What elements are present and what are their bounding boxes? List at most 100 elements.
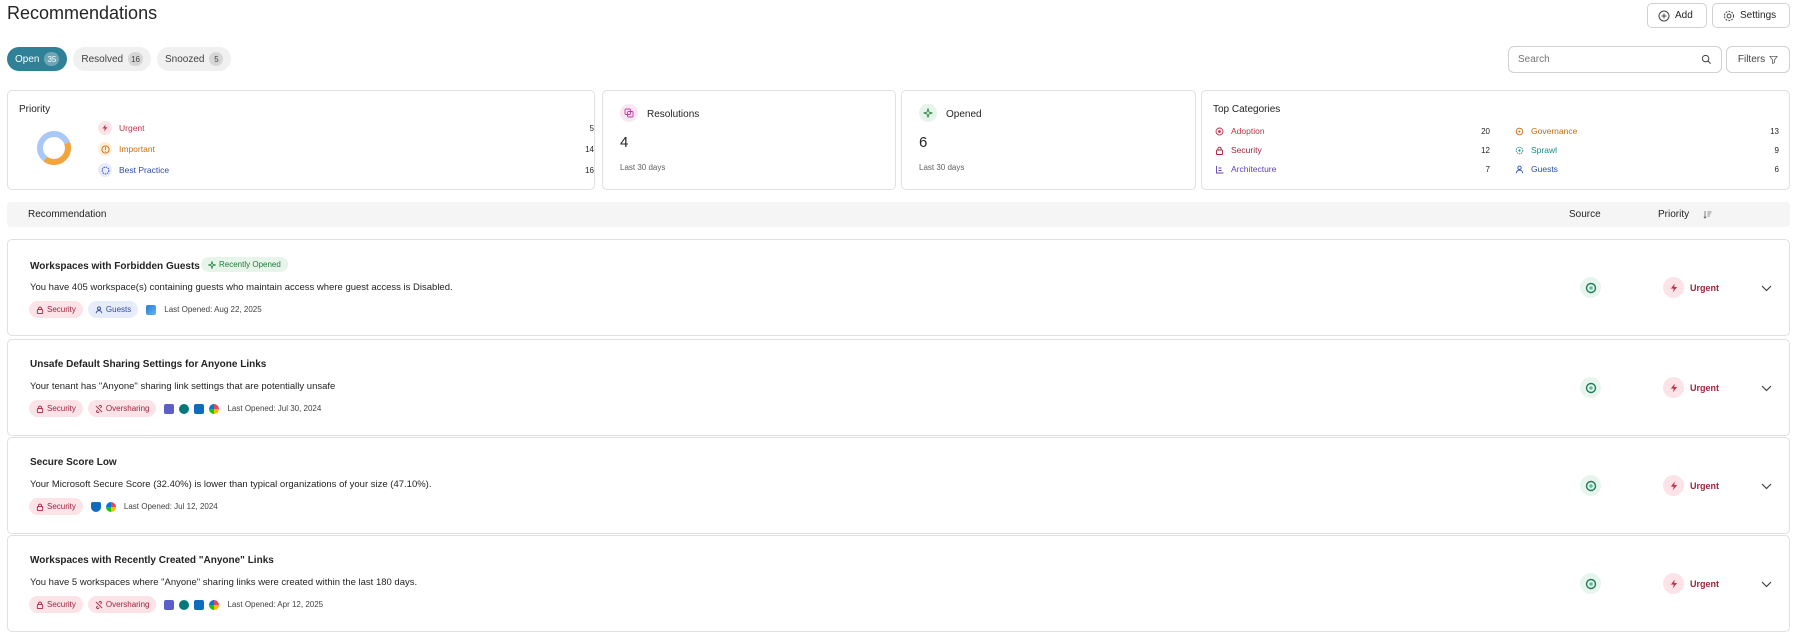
plus-circle-icon — [1658, 10, 1670, 21]
search-input[interactable] — [1518, 54, 1701, 65]
shield-icon — [90, 501, 101, 512]
tab-snoozed-count: 5 — [209, 52, 224, 66]
sparkle-icon — [919, 104, 937, 122]
tab-open-label: Open — [15, 53, 40, 65]
priority-urgent-count: 5 — [589, 123, 594, 133]
priority-label: Urgent — [1690, 578, 1719, 589]
tag-security[interactable]: Security — [29, 596, 83, 613]
category-row-governance[interactable]: Governance 13 — [1514, 126, 1779, 136]
search-box — [1508, 46, 1722, 73]
category-architecture-label: Architecture — [1231, 164, 1277, 174]
sprawl-icon — [1514, 145, 1524, 155]
category-row-architecture[interactable]: Architecture 7 — [1214, 164, 1490, 174]
tag-oversharing[interactable]: Oversharing — [87, 400, 157, 417]
tag-guests[interactable]: Guests — [87, 301, 139, 318]
search-icon[interactable] — [1701, 54, 1712, 65]
recommendation-tags: Security Guests Last Opened: Aug 22, 202… — [29, 301, 262, 318]
tag-security[interactable]: Security — [29, 400, 83, 417]
tag-oversharing[interactable]: Oversharing — [87, 596, 157, 613]
tab-resolved[interactable]: Resolved 16 — [73, 47, 151, 71]
priority-label: Urgent — [1690, 382, 1719, 393]
resolutions-value: 4 — [620, 134, 629, 151]
priority-cell: Urgent — [1663, 377, 1719, 398]
recommendation-title[interactable]: Workspaces with Forbidden Guests — [30, 261, 200, 272]
filters-button-label: Filters — [1737, 54, 1766, 65]
column-header-source[interactable]: Source — [1569, 209, 1601, 220]
priority-label: Urgent — [1690, 282, 1719, 293]
top-categories-title: Top Categories — [1213, 104, 1281, 115]
recommendation-row[interactable]: Workspaces with Recently Created "Anyone… — [7, 535, 1790, 632]
opened-label: Opened — [946, 109, 982, 120]
settings-button[interactable]: Settings — [1712, 3, 1790, 28]
priority-row-important[interactable]: Important 14 — [98, 142, 594, 156]
recommendation-description: Your Microsoft Secure Score (32.40%) is … — [30, 479, 432, 490]
alert-circle-icon — [98, 142, 112, 156]
add-button[interactable]: Add — [1647, 3, 1707, 28]
category-security-count: 12 — [1481, 145, 1490, 155]
recommendation-tags: Security Oversharing Last Opened: Apr 12… — [29, 596, 323, 613]
lock-icon — [36, 405, 44, 413]
category-adoption-label: Adoption — [1231, 126, 1265, 136]
priority-urgent-label: Urgent — [119, 123, 145, 133]
chevron-down-icon[interactable] — [1759, 381, 1773, 395]
recommendation-description: You have 5 workspaces where "Anyone" sha… — [30, 577, 418, 588]
category-row-sprawl[interactable]: Sprawl 9 — [1514, 145, 1779, 155]
chevron-down-icon[interactable] — [1759, 281, 1773, 295]
priority-important-count: 14 — [585, 144, 594, 154]
priority-card-title: Priority — [19, 104, 51, 115]
recommendation-title[interactable]: Secure Score Low — [30, 457, 117, 468]
lock-icon — [1214, 145, 1224, 155]
recently-opened-label: Recently Opened — [219, 260, 281, 269]
recommendation-description: You have 405 workspace(s) containing gue… — [30, 282, 453, 293]
tab-open-count: 35 — [44, 52, 60, 66]
category-row-guests[interactable]: Guests 6 — [1514, 164, 1779, 174]
tag-security[interactable]: Security — [29, 301, 83, 318]
sharepoint-icon — [179, 403, 190, 414]
priority-row-urgent[interactable]: Urgent 5 — [98, 121, 594, 135]
teams-icon — [164, 599, 175, 610]
source-icon — [1580, 377, 1601, 398]
category-governance-label: Governance — [1531, 126, 1578, 136]
category-row-security[interactable]: Security 12 — [1214, 145, 1490, 155]
opened-card: Opened 6 Last 30 days — [901, 90, 1196, 190]
tab-open[interactable]: Open 35 — [7, 47, 68, 71]
bolt-icon — [1663, 573, 1684, 594]
last-opened-date: Last Opened: Apr 12, 2025 — [227, 600, 324, 609]
priority-cell: Urgent — [1663, 475, 1719, 496]
filters-button[interactable]: Filters — [1726, 46, 1790, 73]
recommendation-title[interactable]: Unsafe Default Sharing Settings for Anyo… — [30, 359, 266, 370]
priority-card: Priority Urgent 5 Important 14 Best Prac… — [7, 90, 595, 190]
recommendation-row[interactable]: Unsafe Default Sharing Settings for Anyo… — [7, 339, 1790, 436]
gear-icon — [1723, 10, 1735, 21]
recommendation-title[interactable]: Workspaces with Recently Created "Anyone… — [30, 555, 274, 566]
tag-security-label: Security — [47, 305, 76, 314]
chevron-down-icon[interactable] — [1759, 479, 1773, 493]
recommendation-description: Your tenant has "Anyone" sharing link se… — [30, 381, 336, 392]
source-icon — [1580, 277, 1601, 298]
priority-donut-chart — [37, 131, 71, 165]
resolutions-period: Last 30 days — [620, 163, 666, 172]
link-off-icon — [95, 600, 103, 609]
category-architecture-count: 7 — [1485, 164, 1490, 174]
opened-value: 6 — [919, 134, 928, 151]
category-row-adoption[interactable]: Adoption 20 — [1214, 126, 1490, 136]
filter-icon — [1769, 55, 1779, 64]
tab-resolved-label: Resolved — [81, 53, 124, 65]
source-icon — [1580, 475, 1601, 496]
priority-row-best-practice[interactable]: Best Practice 16 — [98, 163, 594, 177]
chevron-down-icon[interactable] — [1759, 577, 1773, 591]
tab-snoozed-label: Snoozed — [164, 53, 205, 65]
lock-icon — [36, 503, 44, 511]
tab-snoozed[interactable]: Snoozed 5 — [156, 47, 232, 71]
sort-icon[interactable] — [1703, 210, 1712, 219]
recommendation-row[interactable]: Secure Score Low Your Microsoft Secure S… — [7, 437, 1790, 534]
category-guests-count: 6 — [1774, 164, 1779, 174]
tag-oversharing-label: Oversharing — [105, 404, 150, 413]
column-header-priority[interactable]: Priority — [1658, 209, 1689, 220]
tag-security-label: Security — [47, 600, 76, 609]
tag-security[interactable]: Security — [29, 498, 83, 515]
priority-best-practice-count: 16 — [585, 165, 594, 175]
architecture-icon — [1214, 164, 1224, 174]
recommendation-row[interactable]: Workspaces with Forbidden Guests Recentl… — [7, 239, 1790, 336]
column-header-recommendation[interactable]: Recommendation — [28, 209, 106, 220]
